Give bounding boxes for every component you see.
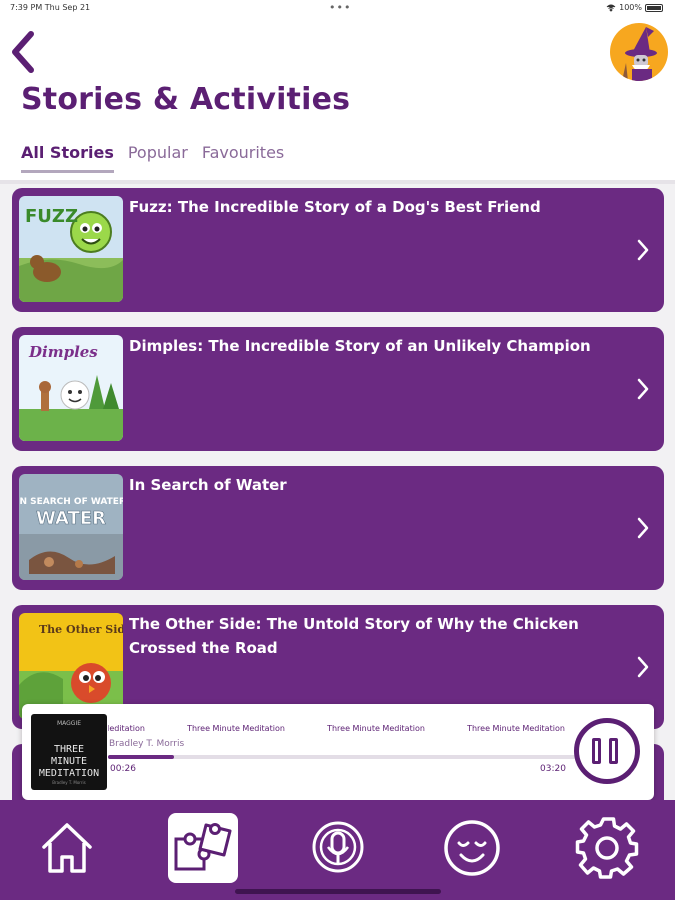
artwork-title: THREE MINUTE MEDITATION bbox=[38, 744, 100, 779]
pause-icon bbox=[609, 738, 618, 764]
nav-podcast[interactable] bbox=[303, 813, 373, 883]
multitasking-dots: ••• bbox=[329, 1, 352, 14]
battery-percent: 100% bbox=[619, 3, 642, 12]
current-time: 00:26 bbox=[110, 764, 136, 774]
cover-title-text: IN SEARCH OF WATER bbox=[19, 497, 123, 507]
svg-text:WATER: WATER bbox=[36, 508, 106, 529]
story-card-fuzz[interactable]: FUZZ Fuzz: The Incredible Story of a Dog… bbox=[12, 188, 664, 312]
puzzle-icon bbox=[174, 823, 232, 871]
story-cover: Dimples bbox=[19, 335, 123, 441]
tab-favourites[interactable]: Favourites bbox=[202, 143, 284, 173]
calm-face-icon bbox=[444, 820, 500, 876]
audio-mini-player[interactable]: MAGGIE THREE MINUTE MEDITATION Bradley T… bbox=[22, 704, 654, 800]
tab-all-stories[interactable]: All Stories bbox=[21, 143, 114, 173]
bottom-nav bbox=[0, 800, 675, 900]
cover-title-text: Dimples bbox=[28, 343, 98, 361]
tab-popular[interactable]: Popular bbox=[128, 143, 188, 173]
story-title: The Other Side: The Untold Story of Why … bbox=[129, 615, 579, 657]
wifi-icon bbox=[606, 4, 616, 12]
track-title: Three Minute Meditation bbox=[327, 724, 425, 733]
track-artist: Bradley T. Morris bbox=[109, 739, 185, 749]
gear-icon bbox=[575, 817, 639, 879]
pause-icon bbox=[592, 738, 601, 764]
track-title: Three Minute Meditation bbox=[187, 724, 285, 733]
nav-calm[interactable] bbox=[437, 813, 507, 883]
story-title: Fuzz: The Incredible Story of a Dog's Be… bbox=[129, 198, 541, 216]
story-cover: FUZZ bbox=[19, 196, 123, 302]
nav-home[interactable] bbox=[32, 813, 102, 883]
avatar[interactable] bbox=[610, 23, 668, 81]
story-title: In Search of Water bbox=[129, 476, 287, 494]
chevron-right-icon bbox=[637, 656, 649, 678]
cover-water-image: IN SEARCH OF WATER WATER bbox=[19, 474, 123, 580]
home-icon bbox=[42, 823, 92, 873]
progress-slider[interactable] bbox=[108, 755, 576, 759]
pause-button[interactable] bbox=[574, 718, 640, 784]
track-title: Three Minute Meditation bbox=[467, 724, 565, 733]
artwork-subtitle: Bradley T. Morris bbox=[52, 780, 86, 785]
podcast-mic-icon bbox=[312, 821, 364, 873]
back-button[interactable] bbox=[6, 30, 40, 74]
nav-stories-activities[interactable] bbox=[168, 813, 238, 883]
track-title: Three Minute Meditation bbox=[108, 724, 145, 733]
wizard-avatar-icon bbox=[622, 27, 657, 81]
chevron-right-icon bbox=[637, 517, 649, 539]
chevron-right-icon bbox=[637, 239, 649, 261]
story-title: Dimples: The Incredible Story of an Unli… bbox=[129, 337, 591, 355]
chevron-right-icon bbox=[637, 378, 649, 400]
battery-icon bbox=[645, 3, 663, 12]
cover-fuzz-image: FUZZ bbox=[19, 196, 123, 302]
story-card-in-search-of-water[interactable]: IN SEARCH OF WATER WATER In Search of Wa… bbox=[12, 466, 664, 590]
cover-title-text: FUZZ bbox=[25, 206, 78, 227]
track-title-marquee: Three Minute Meditation Three Minute Medi… bbox=[108, 724, 568, 738]
status-right: 100% bbox=[606, 3, 663, 12]
cover-dimples-image: Dimples bbox=[19, 335, 123, 441]
nav-settings[interactable] bbox=[572, 813, 642, 883]
page-title: Stories & Activities bbox=[21, 82, 351, 117]
cover-title-text: The Other Side bbox=[39, 623, 123, 636]
status-time-date: 7:39 PM Thu Sep 21 bbox=[10, 3, 91, 12]
story-cover: IN SEARCH OF WATER WATER bbox=[19, 474, 123, 580]
home-indicator bbox=[235, 889, 441, 894]
artwork-publisher: MAGGIE bbox=[56, 720, 82, 727]
story-card-dimples[interactable]: Dimples Dimples: The Incredible Story of… bbox=[12, 327, 664, 451]
status-bar: 7:39 PM Thu Sep 21 ••• 100% bbox=[0, 0, 675, 18]
player-artwork: MAGGIE THREE MINUTE MEDITATION Bradley T… bbox=[31, 714, 107, 790]
chevron-left-icon bbox=[12, 31, 34, 73]
total-time: 03:20 bbox=[540, 764, 566, 774]
story-tabs: All Stories Popular Favourites bbox=[21, 143, 284, 177]
progress-fill bbox=[108, 755, 174, 759]
